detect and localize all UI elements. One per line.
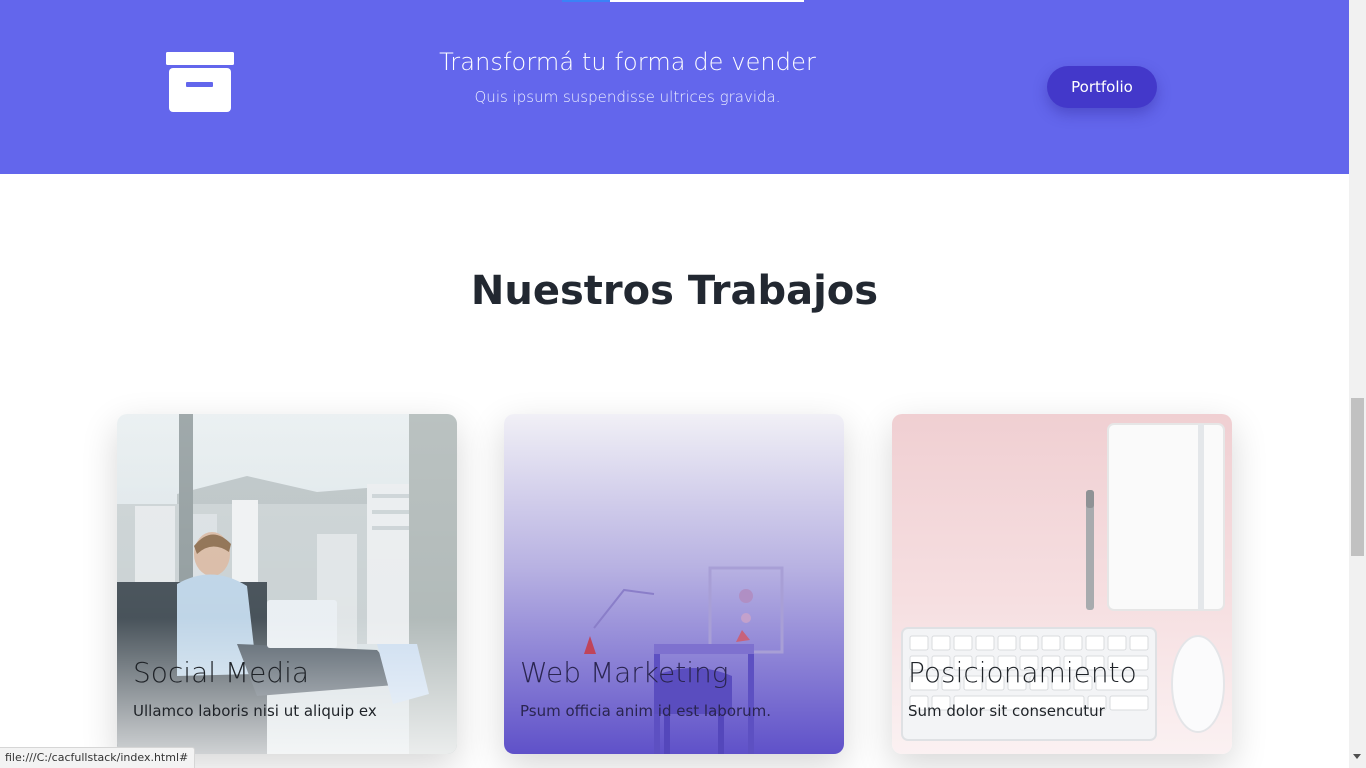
card-description: Sum dolor sit consencutur [908,702,1105,720]
browser-viewport: Transformá tu forma de vender Quis ipsum… [0,0,1366,768]
status-bar-url: file:///C:/cacfullstack/index.html# [0,747,196,768]
work-card-web-marketing[interactable]: Web Marketing Psum officia anim id est l… [504,414,844,754]
scroll-progress-track [562,0,804,2]
card-title: Posicionamiento [908,656,1137,689]
work-card-posicionamiento[interactable]: Posicionamiento Sum dolor sit consencutu… [892,414,1232,754]
work-card-social-media[interactable]: Social Media Ullamco laboris nisi ut ali… [117,414,457,754]
page-content: Transformá tu forma de vender Quis ipsum… [0,0,1349,768]
card-title: Web Marketing [520,656,729,689]
card-description: Psum officia anim id est laborum. [520,702,772,720]
scroll-down-arrow-icon[interactable] [1353,754,1361,759]
section-title: Nuestros Trabajos [470,268,879,314]
vertical-scrollbar[interactable] [1349,0,1366,768]
scroll-progress-fill [562,0,611,2]
card-title: Social Media [133,656,310,689]
cta-banner: Transformá tu forma de vender Quis ipsum… [0,0,1349,174]
scrollbar-thumb[interactable] [1351,398,1364,556]
card-description: Ullamco laboris nisi ut aliquip ex [133,702,377,720]
portfolio-button[interactable]: Portfolio [1047,66,1157,108]
